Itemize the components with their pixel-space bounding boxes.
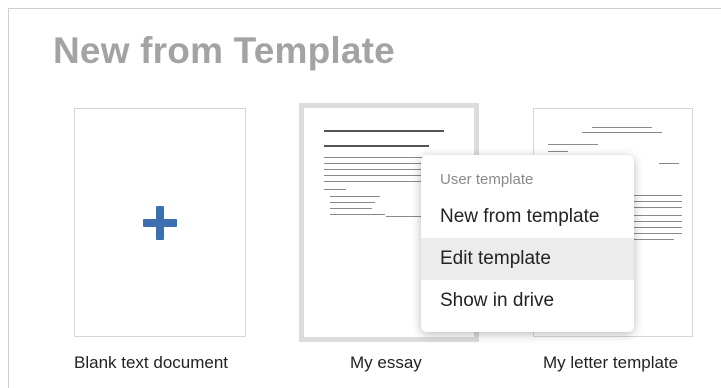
menu-item-show-in-drive[interactable]: Show in drive — [421, 280, 634, 322]
template-context-menu: User template New from template Edit tem… — [421, 155, 634, 332]
menu-item-new-from-template[interactable]: New from template — [421, 196, 634, 238]
template-label-blank: Blank text document — [74, 353, 229, 372]
template-label-my-letter: My letter template — [543, 353, 679, 372]
page-title: New from Template — [53, 30, 395, 71]
plus-icon — [143, 205, 177, 240]
template-label-my-essay: My essay — [350, 353, 422, 372]
context-menu-header: User template — [440, 171, 534, 188]
menu-item-edit-template[interactable]: Edit template — [421, 238, 634, 280]
template-card-blank[interactable] — [74, 108, 246, 337]
